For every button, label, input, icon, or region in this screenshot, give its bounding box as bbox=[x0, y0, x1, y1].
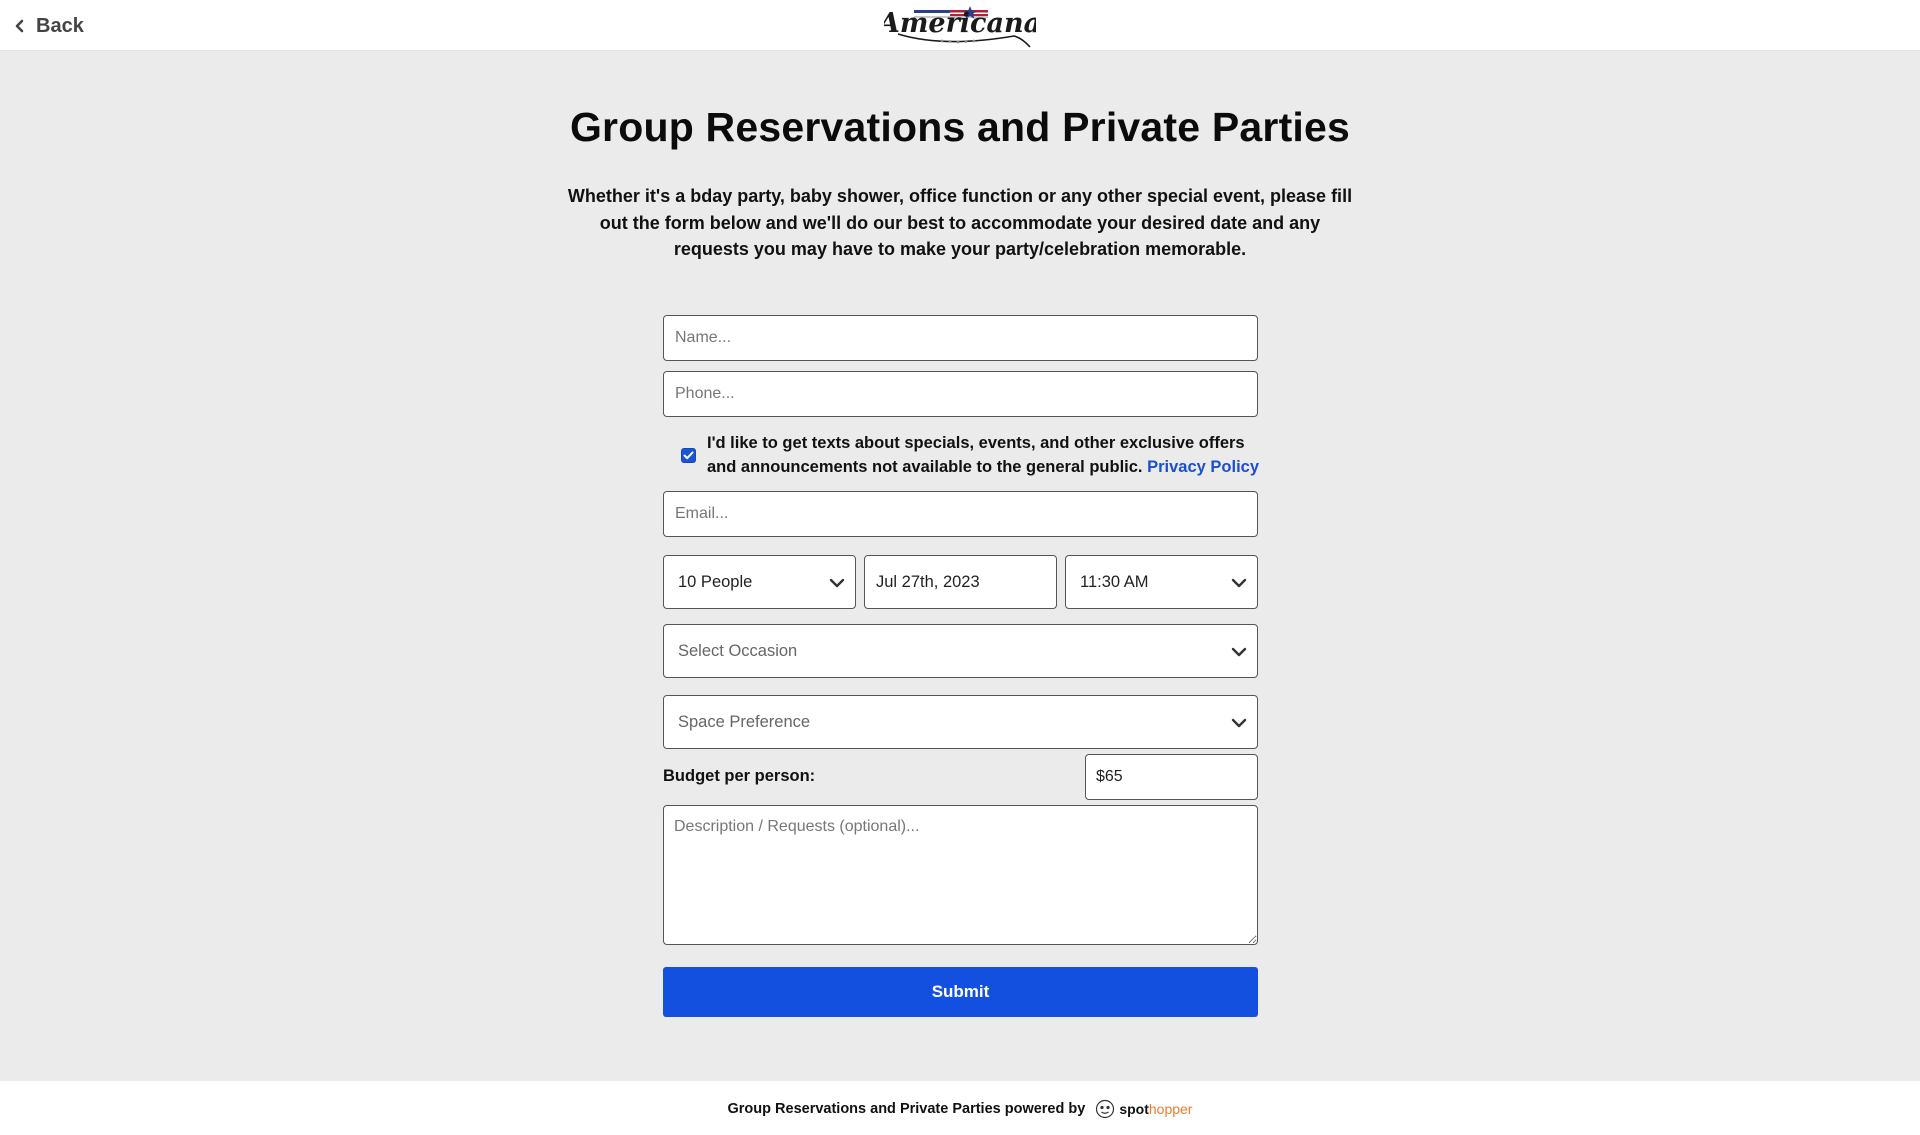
chevron-down-icon bbox=[1231, 718, 1247, 728]
brand-hopper: hopper bbox=[1148, 1101, 1193, 1117]
logo-text: Americana bbox=[884, 8, 1036, 39]
time-value: 11:30 AM bbox=[1080, 572, 1149, 591]
party-size-select[interactable]: 10 People bbox=[663, 555, 856, 609]
date-picker[interactable]: Jul 27th, 2023 bbox=[864, 555, 1057, 609]
footer: Group Reservations and Private Parties p… bbox=[0, 1081, 1920, 1135]
space-preference-placeholder: Space Preference bbox=[678, 712, 811, 731]
space-preference-select[interactable]: Space Preference bbox=[663, 695, 1258, 749]
top-bar: Back Americana bbox=[0, 0, 1920, 51]
privacy-policy-link[interactable]: Privacy Policy bbox=[1147, 458, 1259, 476]
footer-content: Group Reservations and Private Parties p… bbox=[0, 1097, 1920, 1121]
spothopper-brand[interactable]: spothopper bbox=[1095, 1099, 1192, 1119]
occasion-placeholder: Select Occasion bbox=[678, 641, 798, 660]
description-textarea[interactable] bbox=[663, 805, 1258, 945]
chevron-down-icon bbox=[829, 578, 845, 588]
party-size-value: 10 People bbox=[678, 572, 753, 591]
phone-input[interactable] bbox=[663, 371, 1258, 417]
brand-spot: spot bbox=[1119, 1101, 1149, 1117]
spothopper-logo-icon bbox=[1096, 1099, 1115, 1119]
back-button[interactable]: Back bbox=[14, 13, 84, 39]
occasion-select[interactable]: Select Occasion bbox=[663, 624, 1258, 678]
budget-label: Budget per person: bbox=[663, 767, 816, 785]
name-input[interactable] bbox=[663, 315, 1258, 361]
sms-consent-text: I'd like to get texts about specials, ev… bbox=[707, 431, 1261, 479]
chevron-left-icon bbox=[15, 19, 24, 33]
chevron-down-icon bbox=[1231, 578, 1247, 588]
page-title: Group Reservations and Private Parties bbox=[569, 104, 1351, 150]
budget-input[interactable] bbox=[1085, 754, 1258, 800]
back-label: Back bbox=[36, 14, 84, 37]
chevron-down-icon bbox=[1231, 647, 1247, 657]
footer-text: Group Reservations and Private Parties p… bbox=[727, 1101, 1086, 1117]
sms-consent-checkbox[interactable] bbox=[681, 447, 696, 463]
sms-consent: I'd like to get texts about specials, ev… bbox=[681, 430, 1261, 480]
intro-text: Whether it's a bday party, baby shower, … bbox=[567, 186, 1353, 259]
checkmark-icon bbox=[683, 451, 694, 459]
time-select[interactable]: 11:30 AM bbox=[1065, 555, 1258, 609]
date-value: Jul 27th, 2023 bbox=[876, 572, 980, 591]
submit-button[interactable]: Submit bbox=[663, 967, 1258, 1017]
americana-logo: Americana bbox=[884, 6, 1036, 48]
email-input[interactable] bbox=[663, 491, 1258, 537]
